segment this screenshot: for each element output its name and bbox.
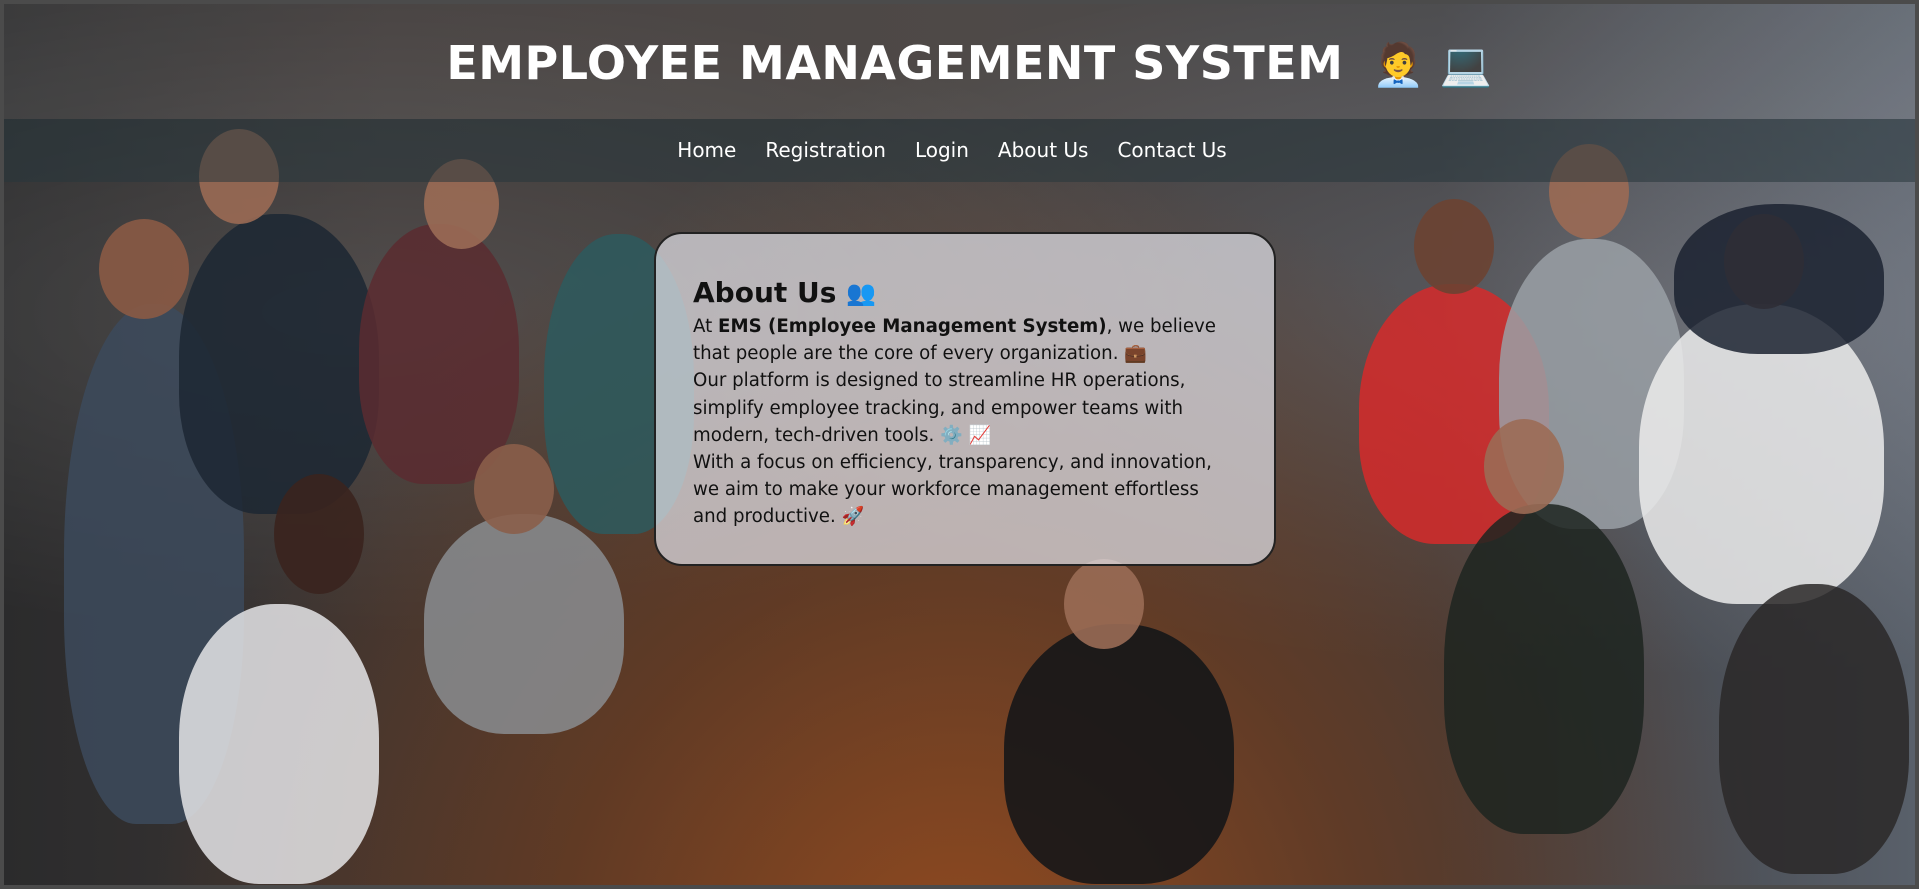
person-silhouette [1719, 584, 1909, 874]
person-head [1484, 419, 1564, 514]
main-nav: Home Registration Login About Us Contact… [4, 138, 1915, 162]
nav-registration-link[interactable]: Registration [765, 138, 886, 162]
person-silhouette [1444, 504, 1644, 834]
people-icon: 👥 [846, 278, 877, 307]
about-us-card: About Us 👥 At EMS (Employee Management S… [654, 232, 1276, 566]
businessman-laptop-icon: 🧑‍💼 💻 [1371, 40, 1493, 89]
person-head [274, 474, 364, 594]
nav-contact-us-link[interactable]: Contact Us [1117, 138, 1226, 162]
person-head [1064, 559, 1144, 649]
person-silhouette [359, 224, 519, 484]
about-paragraph-1: At EMS (Employee Management System), we … [693, 313, 1238, 367]
person-silhouette [1004, 624, 1234, 884]
person-silhouette [179, 604, 379, 884]
about-paragraph-2: Our platform is designed to streamline H… [693, 370, 1186, 446]
about-us-heading-text: About Us [693, 276, 837, 309]
nav-home-link[interactable]: Home [677, 138, 736, 162]
site-title: EMPLOYEE MANAGEMENT SYSTEM 🧑‍💼 💻 [4, 36, 1915, 90]
about-paragraph-3: With a focus on efficiency, transparency… [693, 452, 1212, 528]
person-head [1414, 199, 1494, 294]
app-window: EMPLOYEE MANAGEMENT SYSTEM 🧑‍💼 💻 Home Re… [0, 0, 1919, 889]
site-title-text: EMPLOYEE MANAGEMENT SYSTEM [446, 36, 1344, 90]
about-us-heading: About Us 👥 [693, 276, 1238, 309]
person-silhouette [424, 514, 624, 734]
nav-about-us-link[interactable]: About Us [998, 138, 1089, 162]
person-silhouette [1674, 204, 1884, 354]
nav-login-link[interactable]: Login [915, 138, 969, 162]
person-silhouette [179, 214, 379, 514]
about-us-body: At EMS (Employee Management System), we … [693, 313, 1238, 531]
person-head [99, 219, 189, 319]
ems-name-bold: EMS (Employee Management System) [718, 316, 1107, 337]
about-line1-prefix: At [693, 316, 719, 337]
person-head [474, 444, 554, 534]
